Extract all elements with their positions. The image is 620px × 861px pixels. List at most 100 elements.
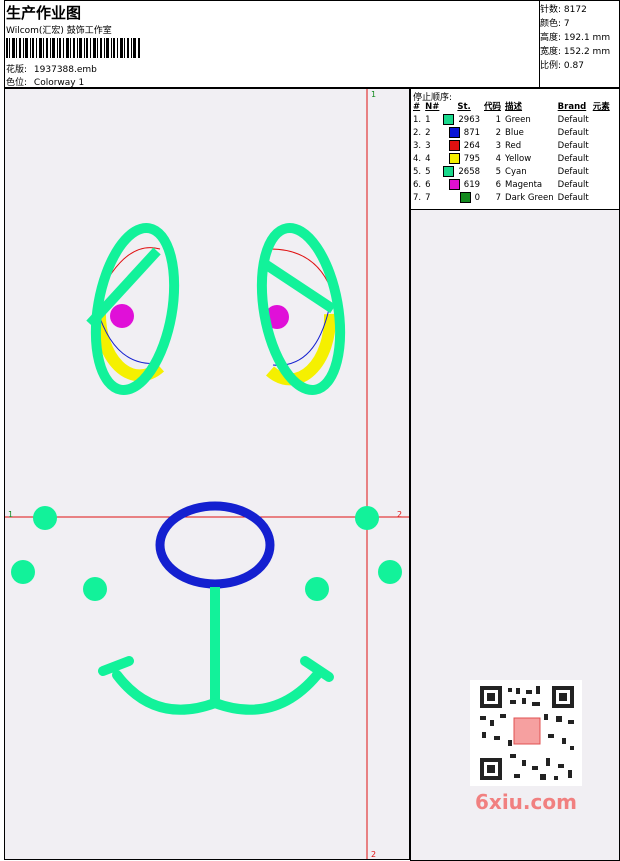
col-hash: # <box>413 102 421 112</box>
row-desc: Blue <box>505 128 524 138</box>
col-st: St. <box>457 102 471 112</box>
mouth-left-curve <box>112 670 220 715</box>
stitch-count: 795 <box>463 154 481 164</box>
row-element <box>591 179 612 192</box>
stitch-count: 0 <box>474 193 481 203</box>
row-element <box>591 140 612 153</box>
row-desc: Cyan <box>505 167 527 177</box>
width-value: 152.2 mm <box>563 47 611 57</box>
row-index: 1. <box>413 115 422 125</box>
row-index: 4. <box>413 154 422 164</box>
right-eyelid <box>262 259 336 314</box>
stop-sequence-table: # N# St. 代码 描述 Brand 元素 1. 1 2963 1 Green Def… <box>411 101 612 205</box>
row-n: 3 <box>425 141 431 151</box>
row-brand: Default <box>557 167 589 177</box>
page-title: 生产作业图 <box>6 4 82 22</box>
guide-label-bottom: 2 <box>371 850 376 859</box>
colors-value: 7 <box>563 19 570 29</box>
color-swatch <box>459 192 471 203</box>
row-n: 2 <box>425 128 431 138</box>
row-code: 3 <box>495 141 502 151</box>
stitch-count: 619 <box>463 180 481 190</box>
stitch-count: 264 <box>463 141 481 151</box>
design-file-line: 花版: 1937388.emb <box>6 62 97 75</box>
row-brand: Default <box>557 180 589 190</box>
row-stitches: 619 <box>441 179 482 192</box>
stitch-count: 2658 <box>458 167 481 177</box>
dot-left-inner <box>83 577 107 601</box>
row-code: 5 <box>495 167 502 177</box>
table-row: 4. 4 795 4 Yellow Default <box>411 153 612 166</box>
row-brand: Default <box>557 193 589 203</box>
mouth-right-tip <box>300 656 334 682</box>
colorway-line: 色位: Colorway 1 <box>6 75 84 88</box>
table-row: 2. 2 871 2 Blue Default <box>411 127 612 140</box>
table-row: 3. 3 264 3 Red Default <box>411 140 612 153</box>
row-element <box>591 166 612 179</box>
row-desc: Yellow <box>505 154 532 164</box>
row-n: 4 <box>425 154 431 164</box>
ratio-value: 0.87 <box>563 61 584 71</box>
stitches-value: 8172 <box>563 5 587 15</box>
row-index: 5. <box>413 167 422 177</box>
row-index: 2. <box>413 128 422 138</box>
dot-left-outer <box>11 560 35 584</box>
table-row: 6. 6 619 6 Magenta Default <box>411 179 612 192</box>
row-n: 7 <box>425 193 431 203</box>
row-stitches: 0 <box>441 192 482 205</box>
subtitle: Wilcom(汇宏) 鼓饰工作室 <box>6 26 112 36</box>
dot-right-inner <box>305 577 329 601</box>
row-index: 3. <box>413 141 422 151</box>
row-code: 4 <box>495 154 502 164</box>
left-pupil <box>110 304 134 328</box>
col-code: 代码 <box>484 102 502 112</box>
col-brand: Brand <box>557 102 587 112</box>
col-element: 元素 <box>592 102 610 112</box>
stitch-count: 871 <box>463 128 481 138</box>
row-desc: Green <box>505 115 531 125</box>
row-stitches: 2963 <box>441 114 482 127</box>
color-swatch <box>443 166 455 177</box>
color-swatch <box>448 140 460 151</box>
table-row: 1. 1 2963 1 Green Default <box>411 114 612 127</box>
dot-left-top <box>33 506 57 530</box>
row-code: 2 <box>495 128 502 138</box>
nose <box>155 501 275 589</box>
mouth-right-curve <box>210 670 322 715</box>
table-row: 7. 7 0 7 Dark Green Default <box>411 192 612 205</box>
design-label: 花版: <box>6 65 28 75</box>
barcode <box>6 38 140 58</box>
row-element <box>591 192 612 205</box>
embroidery-design: 1 2 1 2 <box>5 89 409 859</box>
height-label: 高度: <box>540 33 562 43</box>
stitch-count: 2963 <box>458 115 481 125</box>
colorway-label: 色位: <box>6 78 28 88</box>
row-index: 7. <box>413 193 422 203</box>
guide-label-right: 2 <box>397 510 402 519</box>
row-n: 6 <box>425 180 431 190</box>
row-element <box>591 153 612 166</box>
row-brand: Default <box>557 128 589 138</box>
design-file: 1937388.emb <box>33 65 97 75</box>
row-stitches: 264 <box>441 140 482 153</box>
row-code: 6 <box>495 180 502 190</box>
color-swatch <box>443 114 455 125</box>
row-brand: Default <box>557 115 589 125</box>
design-preview: 1 2 1 2 <box>4 88 410 860</box>
row-brand: Default <box>557 141 589 151</box>
ratio-label: 比例: <box>540 61 562 71</box>
row-element <box>591 127 612 140</box>
mouth-left-tip <box>98 656 134 676</box>
row-stitches: 2658 <box>441 166 482 179</box>
row-code: 7 <box>495 193 502 203</box>
col-desc: 描述 <box>505 102 523 112</box>
guide-label-top: 1 <box>371 90 376 99</box>
row-desc: Dark Green <box>505 193 554 203</box>
row-brand: Default <box>557 154 589 164</box>
height-value: 192.1 mm <box>563 33 611 43</box>
stitches-label: 针数: <box>540 5 562 15</box>
dot-right-top <box>355 506 379 530</box>
color-swatch <box>448 127 460 138</box>
row-desc: Magenta <box>505 180 543 190</box>
watermark: 6xiu.com <box>475 790 577 814</box>
